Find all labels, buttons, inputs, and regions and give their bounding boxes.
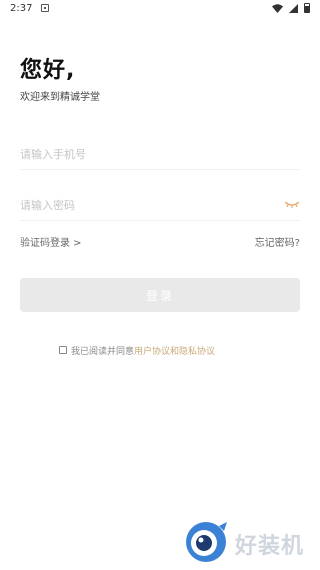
signal-icon	[289, 3, 298, 13]
status-bar: 2:37	[0, 0, 320, 18]
sms-login-link[interactable]: 验证码登录 >	[20, 234, 82, 249]
phone-input[interactable]	[20, 140, 300, 169]
welcome-subtitle: 欢迎来到精诚学堂	[20, 92, 100, 103]
status-time: 2:37	[10, 3, 33, 14]
agreement-row: 我已阅读并同意用户协议和隐私协议	[59, 343, 279, 357]
policy-link[interactable]: 用户协议和隐私协议	[134, 347, 215, 357]
status-icons	[272, 3, 310, 13]
greeting-title: 您好,	[20, 58, 76, 83]
phone-field	[20, 140, 300, 170]
watermark: 好装机	[183, 518, 313, 564]
agreement-text: 我已阅读并同意用户协议和隐私协议	[71, 344, 215, 357]
battery-icon	[304, 3, 310, 13]
forgot-password-link[interactable]: 忘记密码?	[255, 234, 300, 249]
agreement-prefix: 我已阅读并同意	[71, 346, 135, 357]
password-input[interactable]	[20, 191, 300, 220]
auth-links: 验证码登录 > 忘记密码?	[20, 234, 300, 249]
password-field	[20, 191, 300, 221]
app-notification-icon	[41, 4, 49, 12]
eye-closed-icon[interactable]	[284, 199, 300, 209]
login-button[interactable]: 登录	[20, 278, 300, 312]
watermark-text: 好装机	[235, 534, 305, 559]
watermark-logo-icon	[186, 522, 227, 562]
wifi-icon	[272, 3, 283, 13]
agreement-checkbox[interactable]	[59, 346, 67, 354]
